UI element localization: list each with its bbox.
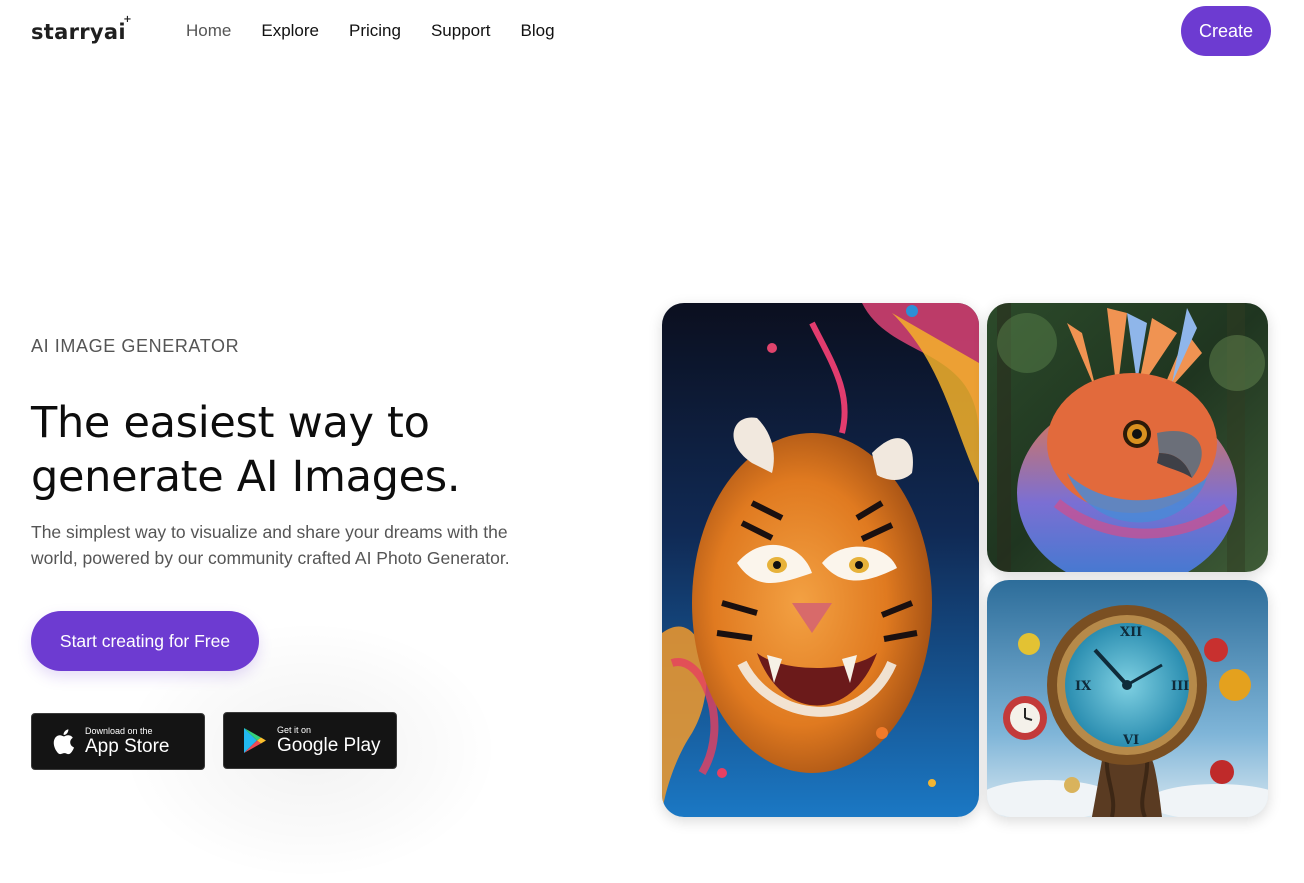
logo-spark: +: [123, 14, 132, 25]
headline-line-1: The easiest way to: [31, 398, 430, 448]
svg-text:III: III: [1171, 679, 1189, 694]
melting-clock-illustration: XII III VI IX: [987, 580, 1268, 817]
top-nav: starryai + Home Explore Pricing Support …: [0, 0, 1304, 64]
apple-icon: [50, 727, 76, 757]
create-button[interactable]: Create: [1181, 6, 1271, 56]
subcopy-line-1: The simplest way to visualize and share …: [31, 522, 508, 542]
headline-line-2: generate AI Images.: [31, 452, 461, 502]
nav-blog-link[interactable]: Blog: [521, 21, 555, 41]
nav-pricing-link[interactable]: Pricing: [349, 21, 401, 41]
app-store-text: Download on the App Store: [85, 726, 170, 757]
hero-eyebrow: AI IMAGE GENERATOR: [31, 336, 240, 356]
bird-illustration: [987, 303, 1268, 572]
google-play-big: Google Play: [277, 735, 381, 756]
start-creating-button[interactable]: Start creating for Free: [31, 611, 259, 671]
tiger-image[interactable]: [662, 303, 979, 817]
google-play-badge[interactable]: Get it on Google Play: [223, 712, 397, 769]
subcopy-line-2: world, powered by our community crafted …: [31, 548, 510, 568]
clock-image[interactable]: XII III VI IX: [987, 580, 1268, 817]
bird-image[interactable]: [987, 303, 1268, 572]
app-store-small: Download on the: [85, 726, 153, 736]
logo-text: starryai: [31, 20, 126, 44]
svg-text:XII: XII: [1120, 625, 1142, 640]
google-play-small: Get it on: [277, 725, 312, 735]
tiger-illustration: [662, 303, 979, 817]
google-play-text: Get it on Google Play: [277, 725, 381, 756]
starryai-logo[interactable]: starryai +: [31, 14, 132, 44]
nav-home-link[interactable]: Home: [186, 21, 231, 41]
nav-links: Home Explore Pricing Support Blog: [186, 21, 555, 41]
app-store-badge[interactable]: Download on the App Store: [31, 713, 205, 770]
hero-headline: The easiest way to generate AI Images.: [31, 396, 591, 504]
hero-subcopy: The simplest way to visualize and share …: [31, 519, 591, 571]
svg-text:IX: IX: [1075, 679, 1092, 694]
nav-support-link[interactable]: Support: [431, 21, 491, 41]
nav-explore-link[interactable]: Explore: [261, 21, 319, 41]
svg-text:VI: VI: [1122, 733, 1139, 748]
google-play-icon: [242, 726, 268, 756]
app-store-big: App Store: [85, 736, 170, 757]
